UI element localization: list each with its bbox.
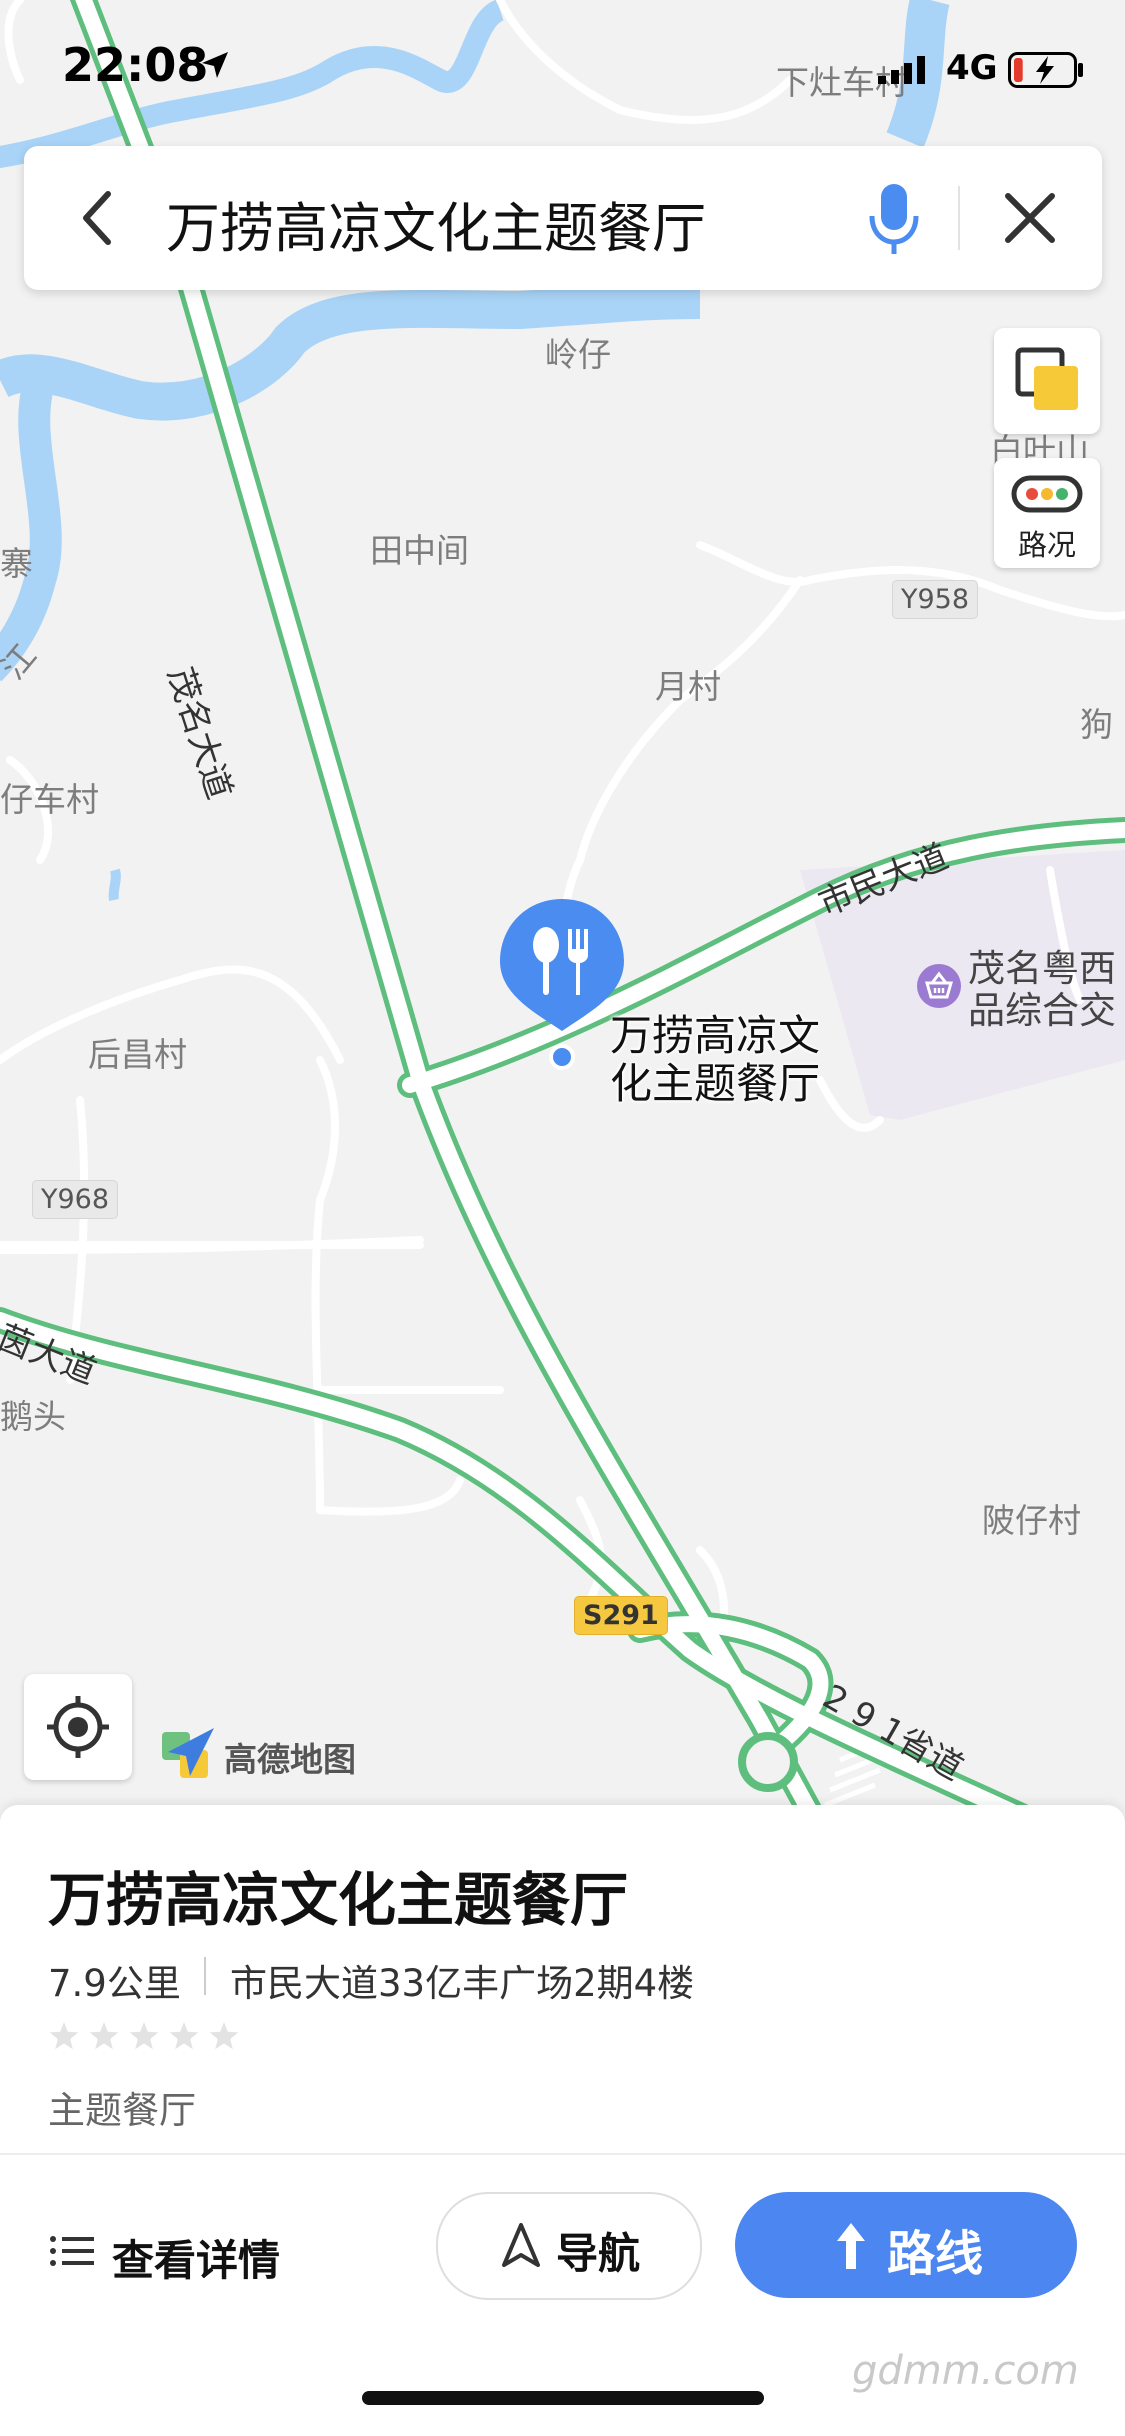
search-input[interactable]: 万捞高凉文化主题餐厅 bbox=[166, 184, 706, 263]
watermark: gdmm.com bbox=[852, 2348, 1079, 2394]
traffic-light-icon bbox=[1011, 475, 1083, 513]
traffic-button[interactable]: 路况 bbox=[994, 458, 1100, 568]
place-label-lingzai: 岭仔 bbox=[545, 335, 611, 374]
mall-map-label: 茂名粤西 品综合交 bbox=[968, 948, 1116, 1032]
poi-map-label-line2: 化主题餐厅 bbox=[610, 1059, 821, 1108]
poi-map-label-line1: 万捞高凉文 bbox=[610, 1011, 821, 1060]
shopping-basket-icon[interactable] bbox=[916, 963, 962, 1013]
place-label-tianzhongjian: 田中间 bbox=[370, 531, 469, 570]
road-badge-y968: Y968 bbox=[32, 1180, 119, 1219]
route-label: 路线 bbox=[887, 2226, 984, 2282]
brand-name: 高德地图 bbox=[224, 1740, 356, 1779]
signal-icon bbox=[878, 56, 925, 84]
back-button[interactable] bbox=[64, 182, 136, 254]
poi-title: 万捞高凉文化主题餐厅 bbox=[48, 1866, 629, 1934]
star-icon bbox=[89, 2022, 119, 2050]
search-divider bbox=[958, 186, 960, 250]
navigate-button[interactable]: 导航 bbox=[436, 2192, 702, 2300]
star-icon bbox=[169, 2022, 199, 2050]
place-label-zaichecun: 仔车村 bbox=[0, 780, 99, 819]
restaurant-pin-icon bbox=[500, 899, 624, 1070]
place-label-houchangcun: 后昌村 bbox=[88, 1035, 187, 1074]
star-icon bbox=[49, 2022, 79, 2050]
search-bar: 万捞高凉文化主题餐厅 bbox=[24, 146, 1102, 290]
place-label-hetou: 鹅头 bbox=[0, 1397, 66, 1436]
route-button[interactable]: 路线 bbox=[735, 2192, 1077, 2298]
place-label-gouzi: 狗 bbox=[1080, 705, 1113, 744]
list-icon bbox=[50, 2236, 94, 2266]
distance-separator bbox=[204, 1957, 206, 1995]
rating-stars bbox=[48, 2017, 248, 2061]
poi-detail-sheet[interactable]: 万捞高凉文化主题餐厅 7.9公里 市民大道33亿丰广场2期4楼 主题餐厅 查看详… bbox=[0, 1805, 1125, 2436]
view-details-button[interactable]: 查看详情 bbox=[48, 2215, 348, 2295]
star-icon bbox=[209, 2022, 239, 2050]
route-arrow-icon bbox=[837, 2223, 865, 2269]
road-badge-s291: S291 bbox=[574, 1596, 668, 1635]
home-indicator bbox=[362, 2391, 764, 2405]
location-arrow-icon bbox=[202, 52, 228, 78]
network-type: 4G bbox=[946, 48, 998, 88]
close-button[interactable] bbox=[992, 180, 1068, 256]
navigation-arrow-icon bbox=[502, 2223, 540, 2267]
my-location-button[interactable] bbox=[24, 1674, 132, 1780]
amap-logo-icon bbox=[162, 1728, 214, 1778]
mall-map-label-line1: 茂名粤西 bbox=[968, 947, 1116, 990]
microphone-icon bbox=[869, 184, 919, 254]
poi-marker[interactable] bbox=[496, 895, 628, 1079]
traffic-label: 路况 bbox=[1017, 528, 1076, 562]
navigate-label: 导航 bbox=[556, 2229, 641, 2278]
star-icon bbox=[129, 2022, 159, 2050]
place-label-yuecun: 月村 bbox=[655, 667, 721, 706]
chevron-left-icon bbox=[83, 191, 111, 245]
poi-address: 市民大道33亿丰广场2期4楼 bbox=[230, 1962, 695, 2005]
voice-search-button[interactable] bbox=[854, 176, 934, 260]
road-badge-y958: Y958 bbox=[892, 580, 979, 619]
place-label-zhai: 寨 bbox=[0, 544, 33, 583]
status-time: 22:08 bbox=[62, 38, 209, 92]
layers-icon bbox=[1015, 347, 1078, 410]
place-label-pizaicun: 陂仔村 bbox=[982, 1501, 1081, 1540]
poi-map-label: 万捞高凉文 化主题餐厅 bbox=[610, 1012, 820, 1108]
view-details-label: 查看详情 bbox=[112, 2236, 281, 2285]
poi-category: 主题餐厅 bbox=[48, 2089, 196, 2132]
status-bar: 22:08 4G bbox=[0, 0, 1125, 130]
poi-distance: 7.9公里 bbox=[48, 1962, 181, 2005]
mall-map-label-line2: 品综合交 bbox=[968, 989, 1116, 1032]
close-icon bbox=[1005, 193, 1055, 243]
map-layers-button[interactable] bbox=[994, 328, 1100, 434]
sheet-divider bbox=[0, 2153, 1125, 2155]
crosshair-icon bbox=[47, 1696, 109, 1758]
battery-charging-icon bbox=[1008, 52, 1083, 88]
